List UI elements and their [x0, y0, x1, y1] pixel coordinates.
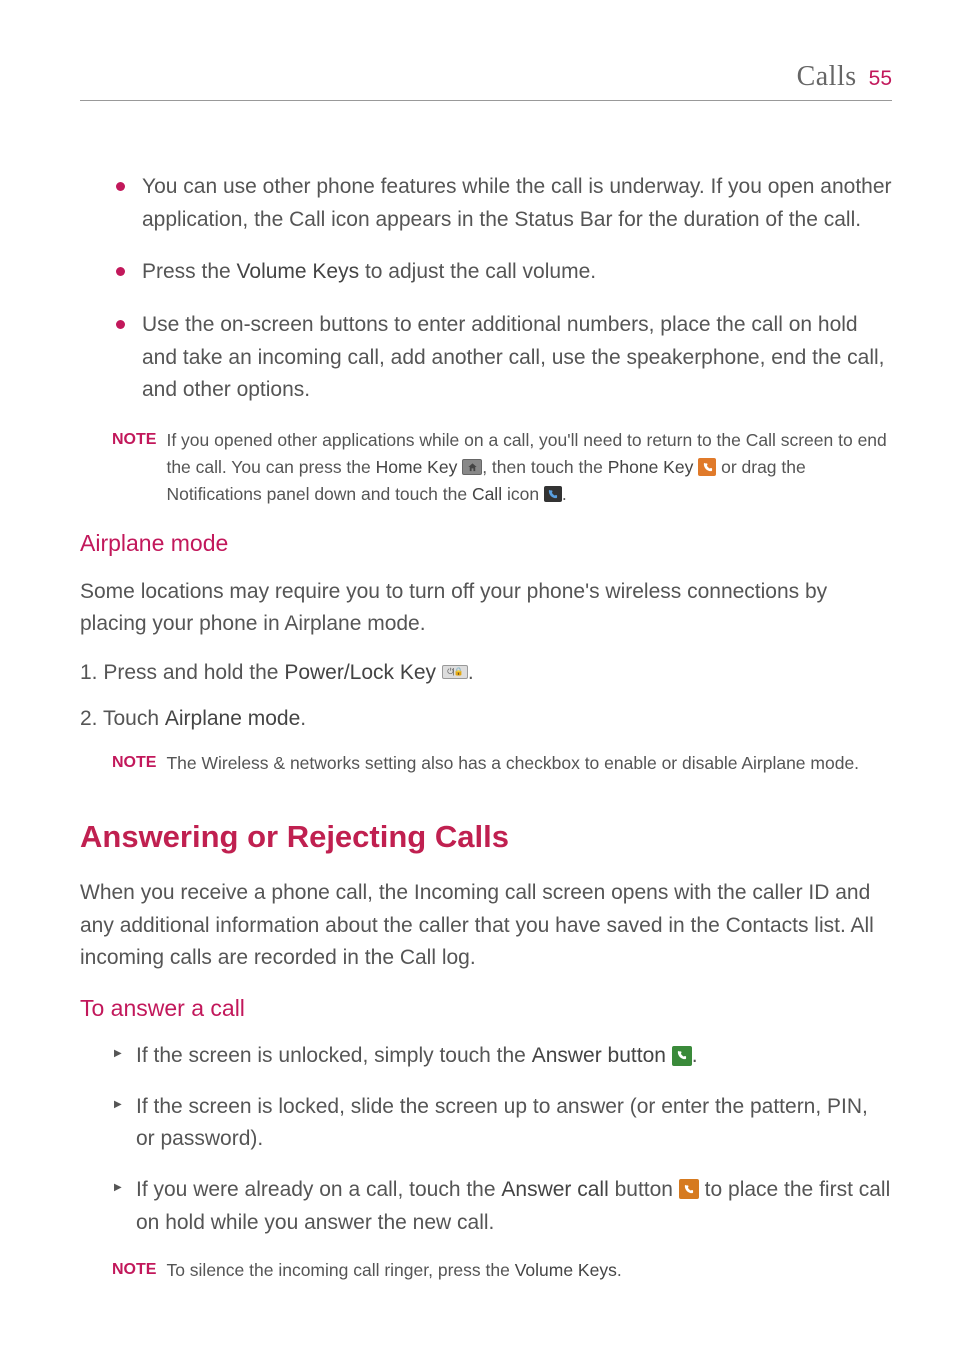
step-1: 1. Press and hold the Power/Lock Key ⏻|🔒…	[80, 657, 892, 690]
note-silence: NOTE To silence the incoming call ringer…	[112, 1257, 892, 1284]
feature-bullets: You can use other phone features while t…	[80, 171, 892, 508]
home-key-label: Home Key	[376, 457, 458, 477]
volume-keys-label: Volume Keys	[237, 260, 360, 283]
step-2: 2. Touch Airplane mode.	[80, 703, 892, 736]
call-label: Call	[472, 484, 502, 504]
power-lock-icon: ⏻|🔒	[442, 665, 468, 679]
answer-button-label: Answer button	[532, 1044, 666, 1067]
page-header: Calls 55	[80, 55, 892, 101]
to-answer-heading: To answer a call	[80, 991, 892, 1027]
phone-icon	[698, 458, 716, 476]
power-lock-key-label: Power/Lock Key	[284, 661, 436, 684]
note-airplane: NOTE The Wireless & networks setting als…	[112, 750, 892, 777]
note-body: The Wireless & networks setting also has…	[166, 750, 859, 777]
bullet-item: Press the Volume Keys to adjust the call…	[112, 256, 892, 289]
airplane-steps: 1. Press and hold the Power/Lock Key ⏻|🔒…	[80, 657, 892, 736]
arrow-item: If the screen is locked, slide the scree…	[112, 1091, 892, 1156]
note-label: NOTE	[112, 1257, 156, 1283]
home-icon	[462, 459, 482, 475]
volume-keys-label: Volume Keys	[515, 1260, 617, 1280]
page-number: 55	[869, 63, 892, 96]
section-title: Calls	[797, 55, 857, 98]
answer-steps: If the screen is unlocked, simply touch …	[80, 1040, 892, 1284]
airplane-mode-heading: Airplane mode	[80, 526, 892, 562]
phone-key-label: Phone Key	[608, 457, 694, 477]
answering-heading: Answering or Rejecting Calls	[80, 813, 892, 861]
answer-call-icon	[679, 1179, 699, 1199]
answering-intro: When you receive a phone call, the Incom…	[80, 877, 892, 975]
airplane-intro: Some locations may require you to turn o…	[80, 576, 892, 641]
note-body: If you opened other applications while o…	[166, 427, 892, 508]
note-label: NOTE	[112, 750, 156, 776]
answer-call-label: Answer call	[501, 1178, 608, 1201]
arrow-item: If you were already on a call, touch the…	[112, 1174, 892, 1239]
note-call-apps: NOTE If you opened other applications wh…	[112, 427, 892, 508]
answer-button-icon	[672, 1046, 692, 1066]
bullet-item: Use the on-screen buttons to enter addit…	[112, 309, 892, 407]
arrow-item: If the screen is unlocked, simply touch …	[112, 1040, 892, 1073]
note-body: To silence the incoming call ringer, pre…	[166, 1257, 621, 1284]
note-label: NOTE	[112, 427, 156, 453]
bullet-item: You can use other phone features while t…	[112, 171, 892, 236]
call-icon	[544, 486, 562, 502]
airplane-mode-label: Airplane mode	[165, 707, 300, 730]
